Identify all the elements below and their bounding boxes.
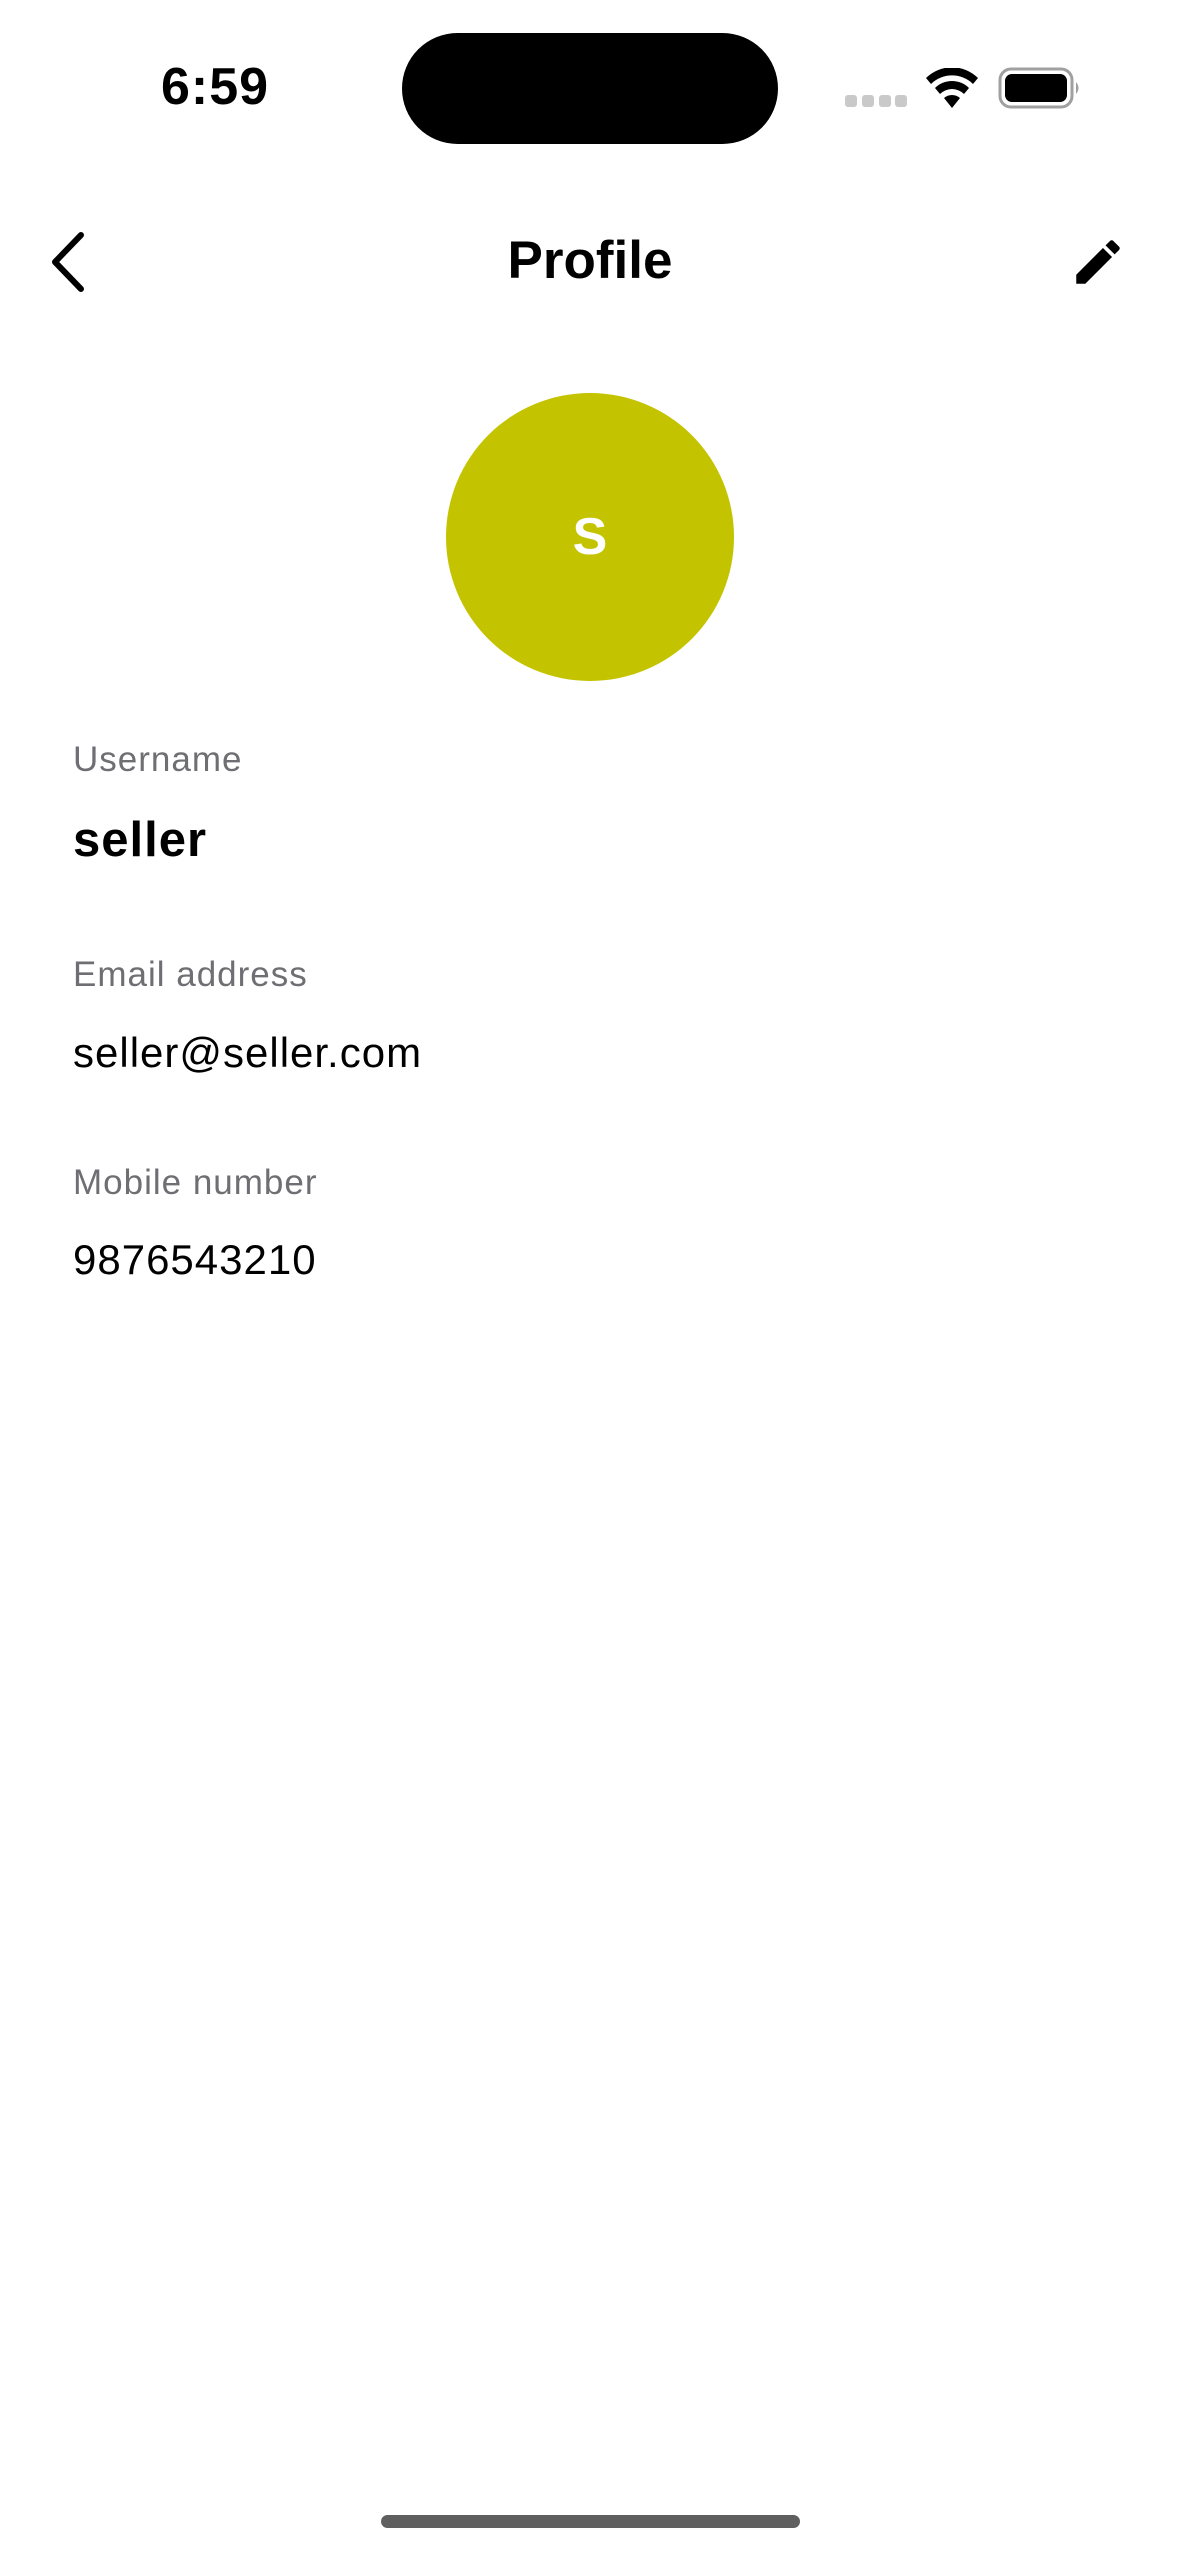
username-value: seller [73, 813, 208, 867]
back-button[interactable] [32, 222, 102, 302]
home-indicator[interactable] [381, 2515, 800, 2528]
page-title: Profile [507, 231, 673, 290]
edit-profile-button[interactable] [1060, 224, 1136, 300]
username-label: Username [73, 740, 243, 779]
mobile-value: 9876543210 [73, 1236, 317, 1283]
avatar-initial: S [572, 508, 608, 566]
mobile-label: Mobile number [73, 1163, 318, 1202]
pencil-icon [1076, 240, 1120, 284]
email-value: seller@seller.com [73, 1029, 423, 1076]
battery-icon [998, 67, 1079, 109]
chevron-left-icon [52, 232, 84, 292]
email-label: Email address [73, 955, 308, 994]
dynamic-island [402, 33, 778, 144]
status-bar-time: 6:59 [160, 58, 270, 116]
avatar: S [446, 393, 734, 681]
wifi-icon [926, 68, 978, 108]
signal-icon [845, 95, 907, 107]
